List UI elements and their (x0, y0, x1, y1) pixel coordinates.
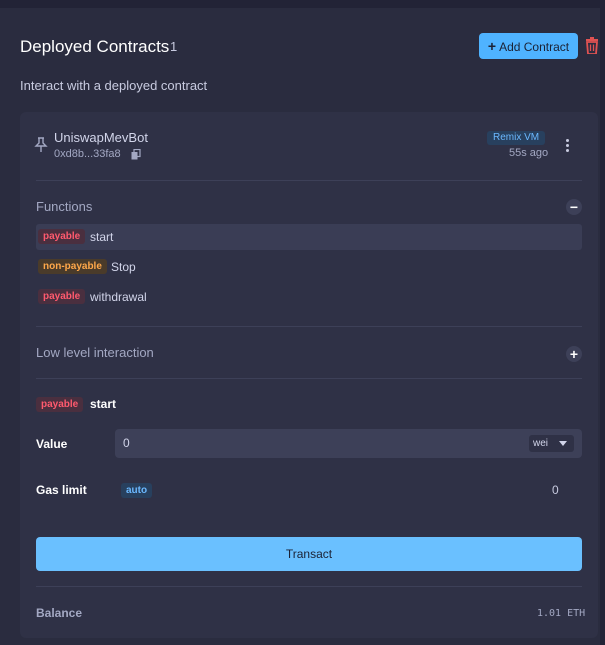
gas-limit-label: Gas limit (36, 483, 87, 497)
divider (36, 180, 582, 181)
expand-low-level-icon[interactable]: + (566, 346, 582, 362)
selected-payable-badge: payable (36, 397, 84, 412)
function-item-withdrawal[interactable]: payable withdrawal (36, 284, 582, 310)
function-name: withdrawal (90, 290, 147, 304)
function-item-stop[interactable]: non-payable Stop (36, 254, 582, 280)
gas-limit-value[interactable]: 0 (552, 483, 559, 497)
value-input[interactable]: 0 (115, 429, 582, 458)
collapse-functions-icon[interactable]: − (566, 199, 582, 215)
contract-address: 0xd8b...33fa8 (54, 148, 121, 160)
add-contract-button[interactable]: + Add Contract (479, 33, 578, 59)
value-label: Value (36, 437, 68, 451)
unit-select[interactable]: wei (529, 435, 574, 452)
deployed-contracts-panel: Deployed Contracts 1 + Add Contract Inter… (0, 8, 600, 645)
transact-button[interactable]: Transact (36, 537, 582, 571)
divider (36, 586, 582, 587)
pin-icon[interactable] (34, 137, 48, 153)
divider (36, 326, 582, 327)
add-contract-label: Add Contract (499, 40, 570, 54)
chevron-down-icon (559, 441, 567, 446)
non-payable-badge: non-payable (38, 259, 107, 274)
payable-badge: payable (38, 289, 86, 304)
environment-badge: Remix VM (487, 131, 546, 145)
plus-icon: + (487, 38, 497, 54)
deploy-age: 55s ago (509, 147, 549, 159)
divider (36, 378, 582, 379)
balance-value: 1.01 ETH (537, 608, 586, 619)
contract-count: 1 (170, 39, 178, 54)
more-options-icon[interactable] (565, 139, 571, 155)
balance-label: Balance (36, 606, 83, 620)
panel-subtitle: Interact with a deployed contract (20, 78, 208, 93)
gas-auto-toggle[interactable]: auto (121, 483, 153, 498)
panel-title: Deployed Contracts (20, 37, 170, 56)
function-item-start[interactable]: payable start (36, 224, 582, 250)
copy-icon[interactable] (131, 149, 141, 160)
function-name: Stop (111, 260, 136, 274)
function-name: start (90, 230, 114, 244)
trash-icon[interactable] (585, 37, 599, 54)
contract-card: UniswapMevBot 0xd8b...33fa8 Remix VM 55s… (20, 112, 598, 638)
payable-badge: payable (38, 229, 86, 244)
low-level-label: Low level interaction (36, 345, 154, 360)
functions-label: Functions (36, 199, 93, 214)
selected-function-name: start (90, 397, 117, 411)
unit-select-value: wei (533, 438, 549, 449)
contract-name: UniswapMevBot (54, 130, 148, 145)
